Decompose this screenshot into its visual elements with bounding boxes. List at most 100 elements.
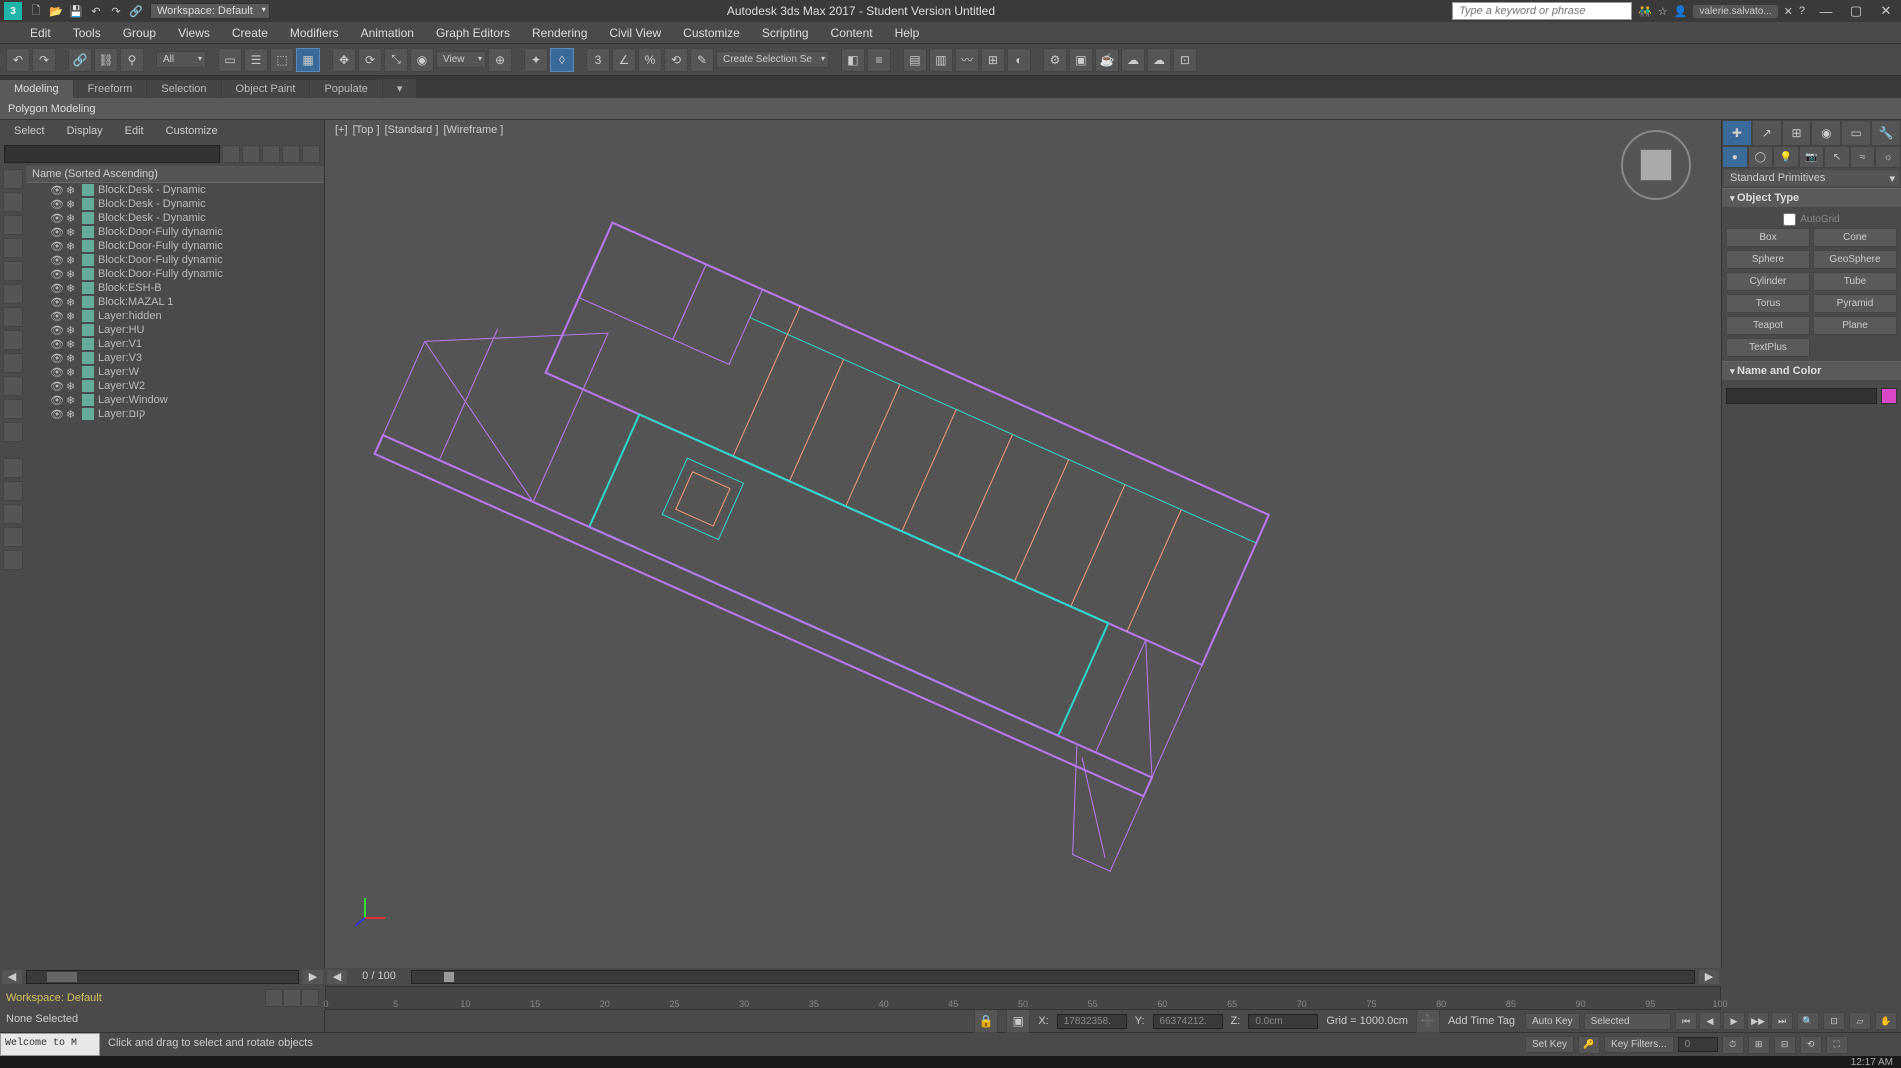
scene-clear-icon[interactable] [222,145,240,163]
placement-icon[interactable]: ◉ [410,48,434,72]
scene-row[interactable]: 👁❄Block:Door-Fully dynamic [26,225,324,239]
edit-named-icon[interactable]: ✎ [690,48,714,72]
snap-toggle-icon[interactable]: ◊ [550,48,574,72]
visibility-icon[interactable]: 👁 [50,282,62,294]
filter-spacewarps-icon[interactable] [3,284,23,304]
render-a360-icon[interactable]: ☁ [1147,48,1171,72]
visibility-icon[interactable]: 👁 [50,254,62,266]
star-icon[interactable]: ☆ [1658,5,1668,18]
menu-help[interactable]: Help [885,24,930,42]
scene-row[interactable]: 👁❄Block:Desk - Dynamic [26,211,324,225]
freeze-icon[interactable]: ❄ [66,338,78,350]
workspace-dropdown[interactable]: Workspace: Default [150,3,270,19]
next-frame-icon[interactable]: ▶▶ [1747,1012,1769,1030]
nav-zoomextall-icon[interactable]: ⊟ [1774,1036,1796,1054]
primitive-geosphere-button[interactable]: GeoSphere [1813,250,1897,269]
scene-menu-edit[interactable]: Edit [115,123,154,139]
visibility-icon[interactable]: 👁 [50,408,62,420]
filter-frozen-icon[interactable] [3,399,23,419]
window-crossing-icon[interactable]: ▦ [296,48,320,72]
spinner-snap-icon[interactable]: ⟲ [664,48,688,72]
ribbon-tab-populate[interactable]: Populate [310,80,381,98]
primitive-torus-button[interactable]: Torus [1726,294,1810,313]
material-editor-icon[interactable]: ◐ [1007,48,1031,72]
viewport[interactable]: [+] [Top ] [Standard ] [Wireframe ] [325,120,1721,968]
freeze-icon[interactable]: ❄ [66,352,78,364]
schematic-icon[interactable]: ⊞ [981,48,1005,72]
nav-zoomall-icon[interactable]: ⊡ [1823,1012,1845,1030]
filter-bones-icon[interactable] [3,353,23,373]
user-menu[interactable]: valerie.salvato... [1693,5,1777,18]
help-icon[interactable]: ? [1799,5,1805,17]
scene-row[interactable]: 👁❄Block:Desk - Dynamic [26,197,324,211]
scene-row[interactable]: 👁❄Layer:V1 [26,337,324,351]
visibility-icon[interactable]: 👁 [50,268,62,280]
undo-icon[interactable]: ↶ [6,48,30,72]
manipulate-icon[interactable]: ✦ [524,48,548,72]
scene-list-header[interactable]: Name (Sorted Ascending) [26,166,324,183]
scene-scroll-left-icon[interactable]: ◀ [2,970,22,984]
pivot-icon[interactable]: ⊕ [488,48,512,72]
move-icon[interactable]: ✥ [332,48,356,72]
scene-row[interactable]: 👁❄Layer:Window [26,393,324,407]
visibility-icon[interactable]: 👁 [50,198,62,210]
time-ruler[interactable]: 0510152025303540455055606570758085909510… [325,986,1721,1010]
object-name-input[interactable] [1726,388,1877,404]
display-children-icon[interactable] [3,527,23,547]
scene-row[interactable]: 👁❄Layer:W [26,365,324,379]
menu-views[interactable]: Views [168,24,220,42]
display-none-icon[interactable] [3,481,23,501]
render-setup-icon[interactable]: ⚙ [1043,48,1067,72]
app-icon[interactable]: 3 [4,2,22,20]
scene-row[interactable]: 👁❄Block:Door-Fully dynamic [26,267,324,281]
scene-expand-icon[interactable] [282,145,300,163]
viewcube[interactable] [1621,130,1691,200]
primitive-box-button[interactable]: Box [1726,228,1810,247]
cmd-sub-systems-icon[interactable]: ☼ [1875,146,1901,168]
layer-explorer-icon[interactable]: ▤ [903,48,927,72]
freeze-icon[interactable]: ❄ [66,366,78,378]
freeze-icon[interactable]: ❄ [66,226,78,238]
exchange-icon[interactable]: ✕ [1784,5,1793,18]
ref-coord-dropdown[interactable]: View [436,51,486,68]
nav-fov-icon[interactable]: ▱ [1849,1012,1871,1030]
scene-row[interactable]: 👁❄Layer:HU [26,323,324,337]
primitive-cone-button[interactable]: Cone [1813,228,1897,247]
maximize-button[interactable]: ▢ [1841,2,1871,20]
scale-icon[interactable]: ⤡ [384,48,408,72]
help-search-input[interactable] [1452,2,1632,20]
nav-maximize-icon[interactable]: ⛶ [1826,1036,1848,1054]
select-object-icon[interactable]: ▭ [218,48,242,72]
cmd-sub-cameras-icon[interactable]: 📷 [1799,146,1825,168]
sub-ribbon-label[interactable]: Polygon Modeling [8,103,95,115]
cmd-sub-shapes-icon[interactable]: ◯ [1748,146,1774,168]
freeze-icon[interactable]: ❄ [66,408,78,420]
filter-xrefs-icon[interactable] [3,330,23,350]
cmd-sub-helpers-icon[interactable]: ↖ [1824,146,1850,168]
cmd-sub-spacewarps-icon[interactable]: ≈ [1850,146,1876,168]
freeze-icon[interactable]: ❄ [66,310,78,322]
primitive-plane-button[interactable]: Plane [1813,316,1897,335]
nav-zoomext-icon[interactable]: ⊞ [1748,1036,1770,1054]
qat-link-icon[interactable]: 🔗 [126,2,146,20]
scene-row[interactable]: 👁❄Block:ESH-B [26,281,324,295]
timeline-config-icon[interactable] [265,989,283,1007]
visibility-icon[interactable]: 👁 [50,226,62,238]
visibility-icon[interactable]: 👁 [50,240,62,252]
primitive-tube-button[interactable]: Tube [1813,272,1897,291]
nav-zoom-icon[interactable]: 🔍 [1797,1012,1819,1030]
visibility-icon[interactable]: 👁 [50,324,62,336]
freeze-icon[interactable]: ❄ [66,282,78,294]
filter-cameras-icon[interactable] [3,238,23,258]
freeze-icon[interactable]: ❄ [66,212,78,224]
scene-lock-icon[interactable] [262,145,280,163]
menu-animation[interactable]: Animation [351,24,424,42]
visibility-icon[interactable]: 👁 [50,310,62,322]
infocenter-icon[interactable]: 👬 [1638,5,1652,18]
rollout-name-color[interactable]: Name and Color [1722,361,1901,380]
visibility-icon[interactable]: 👁 [50,296,62,308]
nav-orbit-icon[interactable]: ⟲ [1800,1036,1822,1054]
ribbon-tab-selection[interactable]: Selection [147,80,220,98]
visibility-icon[interactable]: 👁 [50,184,62,196]
render-prod-icon[interactable]: ☕ [1095,48,1119,72]
